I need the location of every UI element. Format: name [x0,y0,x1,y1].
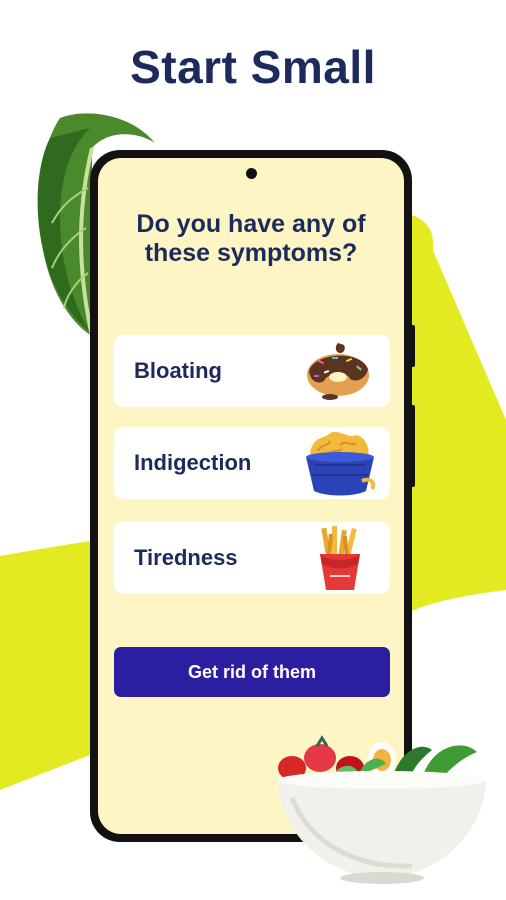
option-bloating[interactable]: Bloating [114,335,390,407]
option-label: Indigection [134,450,252,475]
front-camera [246,168,257,179]
get-rid-of-them-button[interactable]: Get rid of them [114,647,390,697]
option-label: Bloating [134,358,222,383]
promo-page: Start Small Do you have any of these sym… [0,0,506,900]
option-tiredness[interactable]: Tiredness [114,522,390,594]
salad-bowl-icon [278,735,486,884]
french-fries-icon [320,526,360,590]
option-indigection[interactable]: Indigection [114,427,390,499]
mac-and-cheese-icon [306,432,376,496]
symptoms-question: Do you have any of these symptoms? [136,210,366,267]
donut-icon [307,343,369,400]
option-label: Tiredness [134,545,238,570]
page-title: Start Small [130,41,376,93]
